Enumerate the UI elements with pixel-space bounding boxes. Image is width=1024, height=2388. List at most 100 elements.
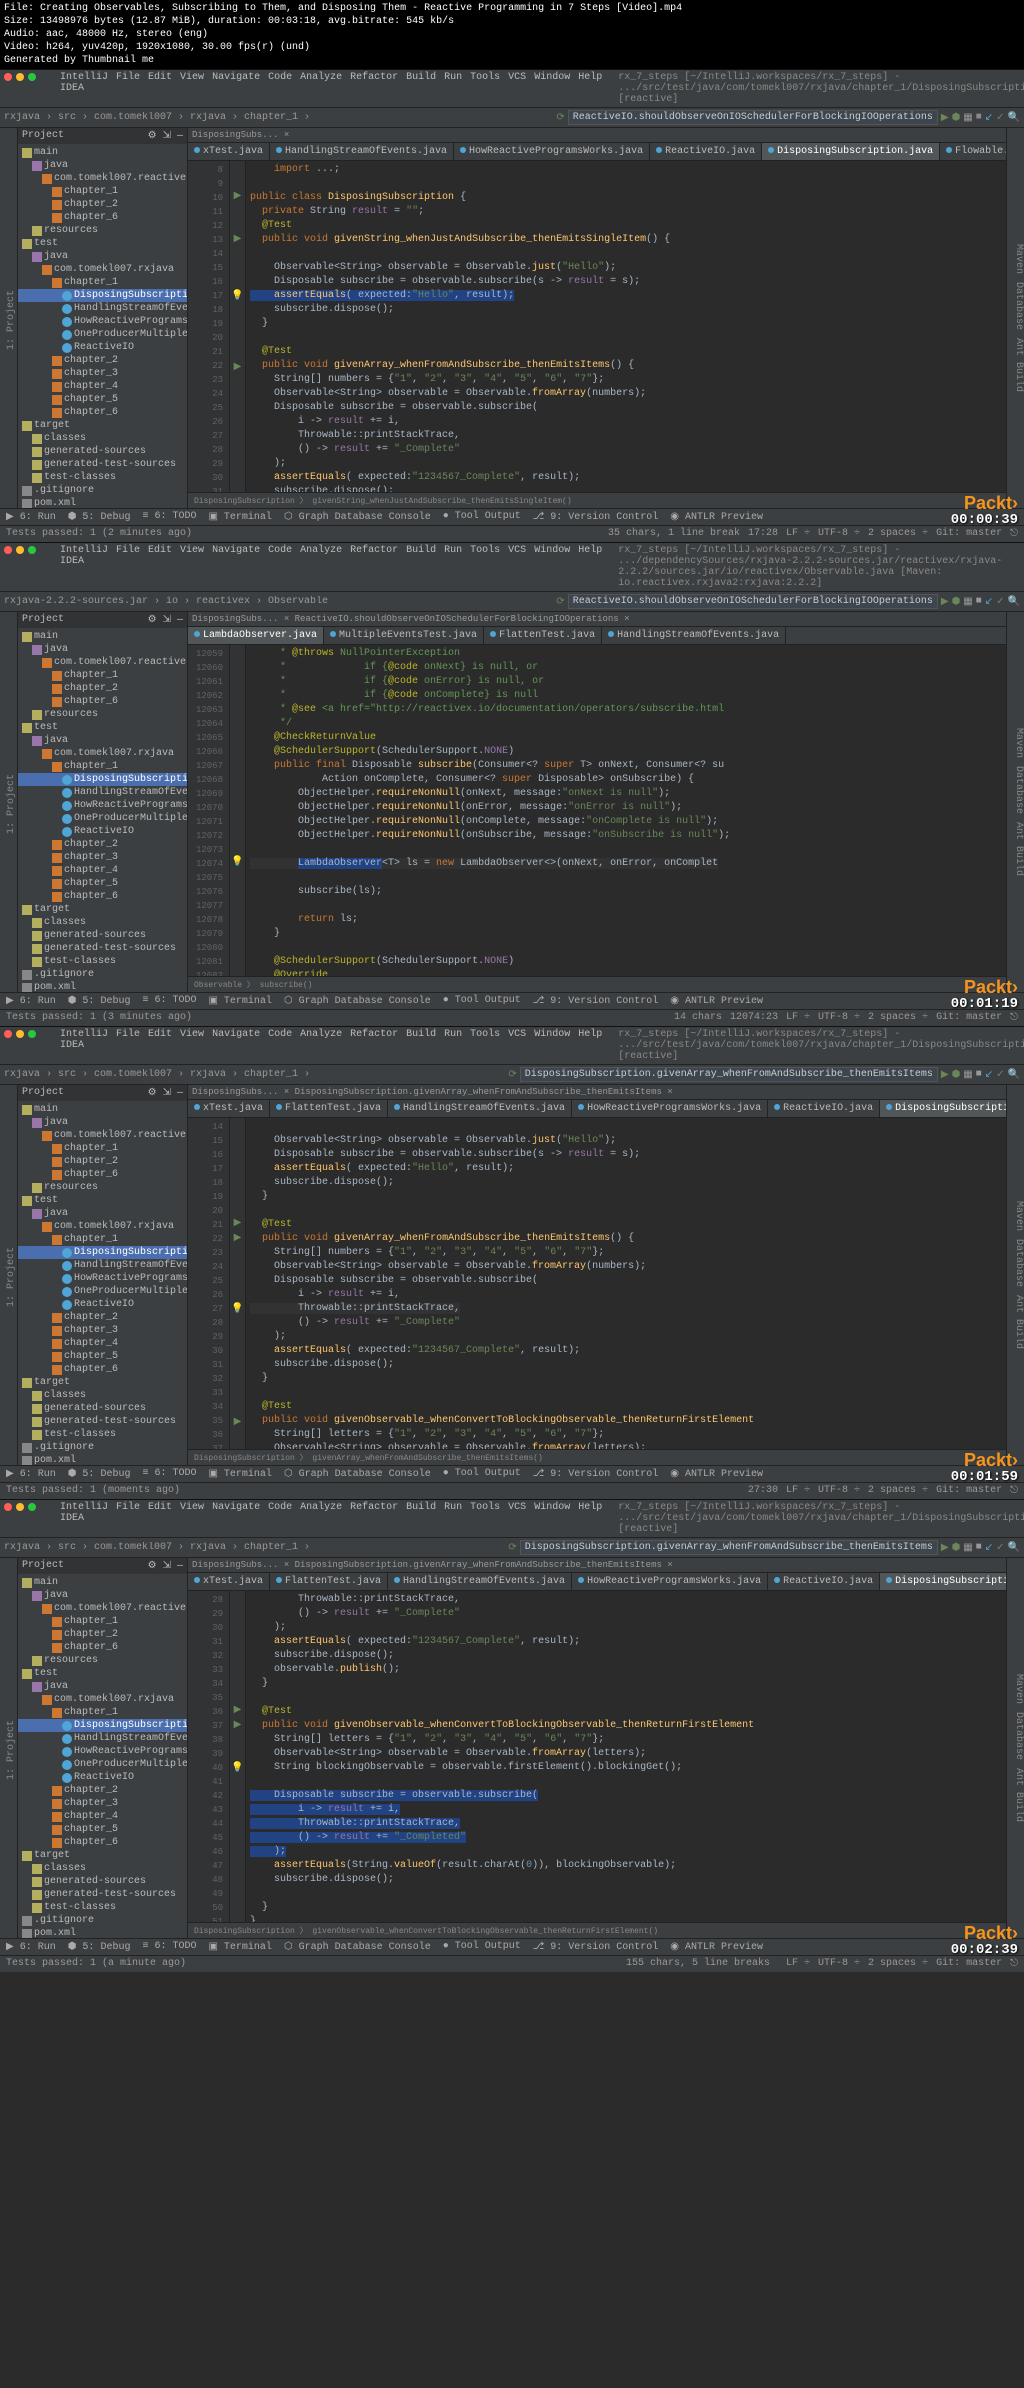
tree-item[interactable]: chapter_3 bbox=[18, 367, 187, 380]
vcs-update-icon[interactable]: ↙ bbox=[985, 112, 993, 124]
tree-item[interactable]: chapter_1 bbox=[18, 1706, 187, 1719]
tree-item[interactable]: resources bbox=[18, 708, 187, 721]
build-icon[interactable]: ⟳ bbox=[556, 112, 564, 124]
tree-item[interactable]: generated-sources bbox=[18, 929, 187, 942]
tree-item[interactable]: main bbox=[18, 630, 187, 643]
tree-item[interactable]: classes bbox=[18, 432, 187, 445]
tree-item[interactable]: main bbox=[18, 146, 187, 159]
tool-tab[interactable]: ⬢ 5: Debug bbox=[68, 995, 131, 1007]
editor-tab[interactable]: ReactiveIO.java bbox=[768, 1573, 880, 1590]
menu-view[interactable]: View bbox=[180, 72, 204, 105]
editor-tab[interactable]: FlattenTest.java bbox=[270, 1100, 388, 1117]
tree-item[interactable]: com.tomekl007.reactive.com.ba bbox=[18, 1129, 187, 1142]
editor-tab[interactable]: DisposingSubscription.java bbox=[762, 143, 940, 160]
tree-item[interactable]: classes bbox=[18, 1389, 187, 1402]
project-gear-icon[interactable]: ⚙ ⇲ — bbox=[148, 130, 183, 142]
menu-vcs[interactable]: VCS bbox=[508, 72, 526, 105]
tree-item[interactable]: generated-test-sources bbox=[18, 458, 187, 471]
tree-item[interactable]: HandlingStreamOfEvents bbox=[18, 302, 187, 315]
tree-item[interactable]: java bbox=[18, 159, 187, 172]
tree-item[interactable]: target bbox=[18, 419, 187, 432]
tool-tab[interactable]: ⬡ Graph Database Console bbox=[284, 1941, 431, 1953]
tree-item[interactable]: ReactiveIO bbox=[18, 825, 187, 838]
tool-tab[interactable]: ◉ ANTLR Preview bbox=[670, 1468, 763, 1480]
tool-tab[interactable]: ▣ Terminal bbox=[208, 511, 271, 523]
tree-item[interactable]: chapter_2 bbox=[18, 1784, 187, 1797]
right-tool-strip[interactable]: MavenDatabaseAnt Build bbox=[1006, 128, 1024, 508]
tool-tab[interactable]: ⬢ 5: Debug bbox=[68, 1468, 131, 1480]
editor-tab[interactable]: HandlingStreamOfEvents.java bbox=[602, 627, 786, 644]
tool-tab[interactable]: ≡ 6: TODO bbox=[142, 511, 196, 523]
tree-item[interactable]: chapter_2 bbox=[18, 682, 187, 695]
tree-item[interactable]: ReactiveIO bbox=[18, 1298, 187, 1311]
tree-item[interactable]: resources bbox=[18, 224, 187, 237]
debug-icon[interactable]: ⬢ bbox=[952, 112, 961, 124]
tool-tab[interactable]: ⬢ 5: Debug bbox=[68, 511, 131, 523]
editor-tab[interactable]: HowReactiveProgramsWorks.java bbox=[572, 1573, 768, 1590]
tree-item[interactable]: main bbox=[18, 1103, 187, 1116]
tree-item[interactable]: com.tomekl007.rxjava bbox=[18, 747, 187, 760]
tree-item[interactable]: resources bbox=[18, 1181, 187, 1194]
editor-tab[interactable]: HandlingStreamOfEvents.java bbox=[270, 143, 454, 160]
tree-item[interactable]: test bbox=[18, 1194, 187, 1207]
editor-tab[interactable]: xTest.java bbox=[188, 143, 270, 160]
tree-item[interactable]: OneProducerMultipleCon bbox=[18, 328, 187, 341]
tree-item[interactable]: chapter_5 bbox=[18, 1823, 187, 1836]
bottom-tool-tabs[interactable]: ▶ 6: Run⬢ 5: Debug≡ 6: TODO▣ Terminal⬡ G… bbox=[0, 508, 1024, 525]
tree-item[interactable]: chapter_3 bbox=[18, 1797, 187, 1810]
tool-tab[interactable]: ▣ Terminal bbox=[208, 1468, 271, 1480]
tool-tab[interactable]: ≡ 6: TODO bbox=[142, 1468, 196, 1480]
breadcrumb[interactable]: rxjava-2.2.2-sources.jar › io › reactive… bbox=[4, 596, 552, 607]
code-editor[interactable]: 8910111213141516171819202122232425262728… bbox=[188, 161, 1006, 492]
tree-item[interactable]: chapter_3 bbox=[18, 1324, 187, 1337]
tree-item[interactable]: java bbox=[18, 1207, 187, 1220]
tool-tab[interactable]: ⎇ 9: Version Control bbox=[533, 995, 659, 1007]
tool-tab[interactable]: ▣ Terminal bbox=[208, 1941, 271, 1953]
tree-item[interactable]: chapter_1 bbox=[18, 1233, 187, 1246]
tool-tab[interactable]: ⎇ 9: Version Control bbox=[533, 1941, 659, 1953]
tree-item[interactable]: ReactiveIO bbox=[18, 341, 187, 354]
tree-item[interactable]: DisposingSubscription bbox=[18, 773, 187, 786]
tree-item[interactable]: java bbox=[18, 734, 187, 747]
editor-tab[interactable]: xTest.java bbox=[188, 1100, 270, 1117]
tool-tab[interactable]: ≡ 6: TODO bbox=[142, 1941, 196, 1953]
coverage-icon[interactable]: ▦ bbox=[963, 112, 972, 124]
tree-item[interactable]: .gitignore bbox=[18, 484, 187, 497]
tree-item[interactable]: chapter_4 bbox=[18, 380, 187, 393]
tree-item[interactable]: chapter_6 bbox=[18, 1641, 187, 1654]
tree-item[interactable]: com.tomekl007.rxjava bbox=[18, 263, 187, 276]
tool-tab[interactable]: ● Tool Output bbox=[443, 511, 521, 523]
tree-item[interactable]: chapter_5 bbox=[18, 1350, 187, 1363]
tree-item[interactable]: classes bbox=[18, 1862, 187, 1875]
tree-item[interactable]: chapter_6 bbox=[18, 211, 187, 224]
tree-item[interactable]: java bbox=[18, 1116, 187, 1129]
tree-item[interactable]: chapter_2 bbox=[18, 354, 187, 367]
menu-navigate[interactable]: Navigate bbox=[212, 72, 260, 105]
tool-tab[interactable]: ⎇ 9: Version Control bbox=[533, 1468, 659, 1480]
menu-edit[interactable]: Edit bbox=[148, 72, 172, 105]
tool-tab[interactable]: ⬡ Graph Database Console bbox=[284, 511, 431, 523]
tree-item[interactable]: chapter_6 bbox=[18, 1168, 187, 1181]
tree-item[interactable]: test-classes bbox=[18, 1901, 187, 1914]
tree-item[interactable]: com.tomekl007.rxjava bbox=[18, 1693, 187, 1706]
editor-tab[interactable]: FlattenTest.java bbox=[270, 1573, 388, 1590]
tool-tab[interactable]: ● Tool Output bbox=[443, 995, 521, 1007]
left-tool-strip[interactable]: 1: Project 7: Structure 2: Favorites bbox=[0, 128, 18, 508]
tree-item[interactable]: HandlingStreamOfEvents bbox=[18, 1732, 187, 1745]
tree-item[interactable]: chapter_4 bbox=[18, 1337, 187, 1350]
editor-tab[interactable]: DisposingSubscription.java bbox=[880, 1100, 1006, 1117]
menu-help[interactable]: Help bbox=[578, 72, 602, 105]
code-text[interactable]: import ...; public class DisposingSubscr… bbox=[246, 161, 1006, 492]
tree-item[interactable]: HowReactiveProgramsWo bbox=[18, 315, 187, 328]
tree-item[interactable]: java bbox=[18, 250, 187, 263]
tree-item[interactable]: com.tomekl007.reactive.com.ba bbox=[18, 1602, 187, 1615]
tree-item[interactable]: .gitignore bbox=[18, 968, 187, 981]
menu-tools[interactable]: Tools bbox=[470, 72, 500, 105]
tree-item[interactable]: pom.xml bbox=[18, 981, 187, 992]
run-icon[interactable]: ▶ bbox=[941, 112, 949, 124]
tree-item[interactable]: chapter_5 bbox=[18, 393, 187, 406]
tool-tab[interactable]: ▣ Terminal bbox=[208, 995, 271, 1007]
editor-breadcrumb[interactable]: DisposingSubscription 〉 givenString_when… bbox=[188, 492, 1006, 508]
tool-tab[interactable]: ◉ ANTLR Preview bbox=[670, 995, 763, 1007]
tree-item[interactable]: target bbox=[18, 1849, 187, 1862]
